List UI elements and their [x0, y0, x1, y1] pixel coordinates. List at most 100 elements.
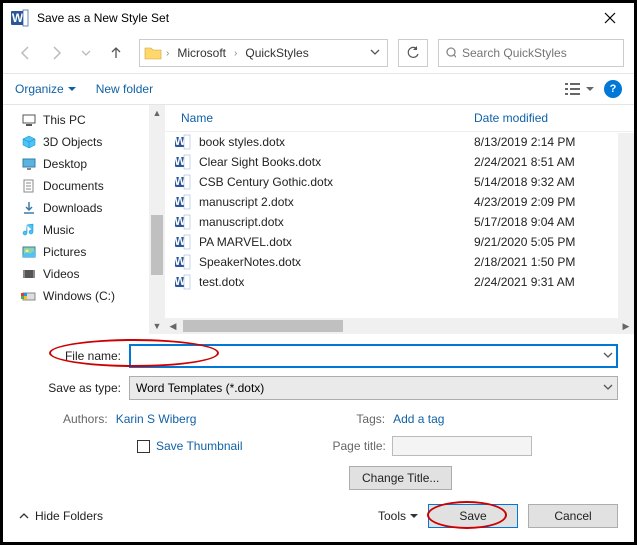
window-title: Save as a New Style Set [37, 11, 588, 25]
file-row[interactable]: WCSB Century Gothic.dotx5/14/2018 9:32 A… [165, 172, 634, 192]
cancel-button[interactable]: Cancel [528, 504, 618, 528]
tools-menu[interactable]: Tools [378, 509, 418, 523]
column-date[interactable]: Date modified [474, 111, 624, 125]
file-row[interactable]: Wbook styles.dotx8/13/2019 2:14 PM [165, 132, 634, 152]
scroll-down-arrow[interactable]: ▼ [149, 318, 165, 334]
search-box[interactable] [438, 39, 624, 67]
file-row[interactable]: WPA MARVEL.dotx9/21/2020 5:05 PM [165, 232, 634, 252]
file-row[interactable]: Wmanuscript.dotx5/17/2018 9:04 AM [165, 212, 634, 232]
file-row[interactable]: WSpeakerNotes.dotx2/18/2021 1:50 PM [165, 252, 634, 272]
scroll-thumb[interactable] [183, 320, 343, 332]
tree-item-documents[interactable]: Documents [3, 175, 164, 197]
hide-folders-button[interactable]: Hide Folders [19, 509, 103, 523]
breadcrumb[interactable]: QuickStyles [241, 44, 312, 62]
change-title-button[interactable]: Change Title... [349, 466, 452, 490]
tree-item-3d-objects[interactable]: 3D Objects [3, 131, 164, 153]
file-vscrollbar[interactable] [618, 133, 634, 318]
save-thumbnail-label: Save Thumbnail [156, 439, 243, 453]
page-title-input[interactable] [392, 436, 532, 456]
organize-menu[interactable]: Organize [15, 82, 76, 96]
nav-back-button[interactable] [13, 40, 39, 66]
file-date: 2/24/2021 8:51 AM [474, 155, 624, 169]
file-name: PA MARVEL.dotx [199, 235, 466, 249]
pictures-icon [21, 244, 37, 260]
save-thumbnail-checkbox[interactable]: Save Thumbnail [137, 439, 243, 453]
videos-icon [21, 266, 37, 282]
tree-item-windows-c[interactable]: Windows (C:) [3, 285, 164, 307]
tree-label: Videos [43, 267, 79, 281]
refresh-icon [406, 46, 420, 60]
documents-icon [21, 178, 37, 194]
tree-label: 3D Objects [43, 135, 102, 149]
tree-label: Downloads [43, 201, 102, 215]
filename-combo[interactable] [129, 344, 618, 368]
search-input[interactable] [462, 46, 617, 60]
file-date: 5/17/2018 9:04 AM [474, 215, 624, 229]
address-dropdown[interactable] [367, 46, 383, 60]
file-list[interactable]: Wbook styles.dotx 8/13/2019 2:14 PM W Clea… [165, 132, 634, 318]
column-name[interactable]: Name [175, 111, 474, 125]
word-doc-icon: W [175, 154, 191, 170]
tree-item-pictures[interactable]: Pictures [3, 241, 164, 263]
tree-item-desktop[interactable]: Desktop [3, 153, 164, 175]
chevron-right-icon: › [166, 48, 169, 59]
word-doc-icon: W [175, 274, 191, 290]
authors-value[interactable]: Karin S Wiberg [116, 412, 197, 426]
nav-up-button[interactable] [103, 40, 129, 66]
file-name: manuscript.dotx [199, 215, 466, 229]
word-doc-icon: W [175, 194, 191, 210]
help-button[interactable]: ? [604, 80, 622, 98]
breadcrumb[interactable]: Microsoft [173, 44, 230, 62]
file-row[interactable]: Wtest.dotx2/24/2021 9:31 AM [165, 272, 634, 292]
chevron-down-icon[interactable] [603, 349, 613, 363]
file-row[interactable]: W Clear Sight Books.dotx 2/24/2021 8:51 AM [165, 152, 634, 172]
saveastype-value: Word Templates (*.dotx) [136, 381, 264, 395]
file-name: book styles.dotx [199, 135, 466, 149]
scroll-up-arrow[interactable]: ▲ [149, 105, 165, 121]
saveastype-combo[interactable]: Word Templates (*.dotx) [129, 376, 618, 400]
caret-down-icon [410, 512, 418, 520]
nav-recent-button[interactable] [73, 40, 99, 66]
scroll-thumb[interactable] [151, 215, 163, 275]
caret-down-icon [586, 85, 594, 93]
desktop-icon [21, 156, 37, 172]
file-hscrollbar[interactable]: ◀ ▶ [165, 318, 634, 334]
chevron-down-icon[interactable] [603, 381, 613, 395]
file-list-header[interactable]: Name Date modified [165, 105, 634, 132]
tree-label: Documents [43, 179, 104, 193]
scroll-right-arrow[interactable]: ▶ [618, 321, 634, 332]
tree-item-this-pc[interactable]: This PC [3, 109, 164, 131]
scroll-left-arrow[interactable]: ◀ [165, 321, 181, 332]
tree-label: Desktop [43, 157, 87, 171]
chevron-down-icon [370, 47, 380, 57]
file-name: Clear Sight Books.dotx [199, 155, 466, 169]
tree-item-videos[interactable]: Videos [3, 263, 164, 285]
save-button[interactable]: Save [428, 504, 518, 528]
nav-tree[interactable]: This PC 3D Objects Desktop Documents Dow… [3, 105, 165, 334]
word-doc-icon: W [175, 234, 191, 250]
address-bar[interactable]: › Microsoft › QuickStyles [139, 39, 388, 67]
music-icon [21, 222, 37, 238]
file-name: test.dotx [199, 275, 466, 289]
new-folder-button[interactable]: New folder [96, 82, 153, 96]
authors-label: Authors: [63, 412, 108, 426]
close-button[interactable] [588, 4, 632, 32]
tree-item-downloads[interactable]: Downloads [3, 197, 164, 219]
view-options-button[interactable] [564, 81, 594, 97]
folder-icon [144, 45, 162, 61]
tree-scrollbar[interactable]: ▲ ▼ [149, 105, 165, 334]
file-row[interactable]: Wmanuscript 2.dotx4/23/2019 2:09 PM [165, 192, 634, 212]
nav-forward-button[interactable] [43, 40, 69, 66]
drive-icon [21, 288, 37, 304]
file-date: 2/18/2021 1:50 PM [474, 255, 624, 269]
file-date: 8/13/2019 2:14 PM [474, 135, 624, 149]
refresh-button[interactable] [398, 39, 428, 67]
tree-label: Pictures [43, 245, 86, 259]
chevron-up-icon [19, 511, 29, 521]
file-date: 4/23/2019 2:09 PM [474, 195, 624, 209]
tags-value[interactable]: Add a tag [393, 412, 444, 426]
search-icon [445, 46, 456, 60]
svg-text:W: W [12, 11, 24, 25]
tree-item-music[interactable]: Music [3, 219, 164, 241]
tree-label: This PC [43, 113, 86, 127]
